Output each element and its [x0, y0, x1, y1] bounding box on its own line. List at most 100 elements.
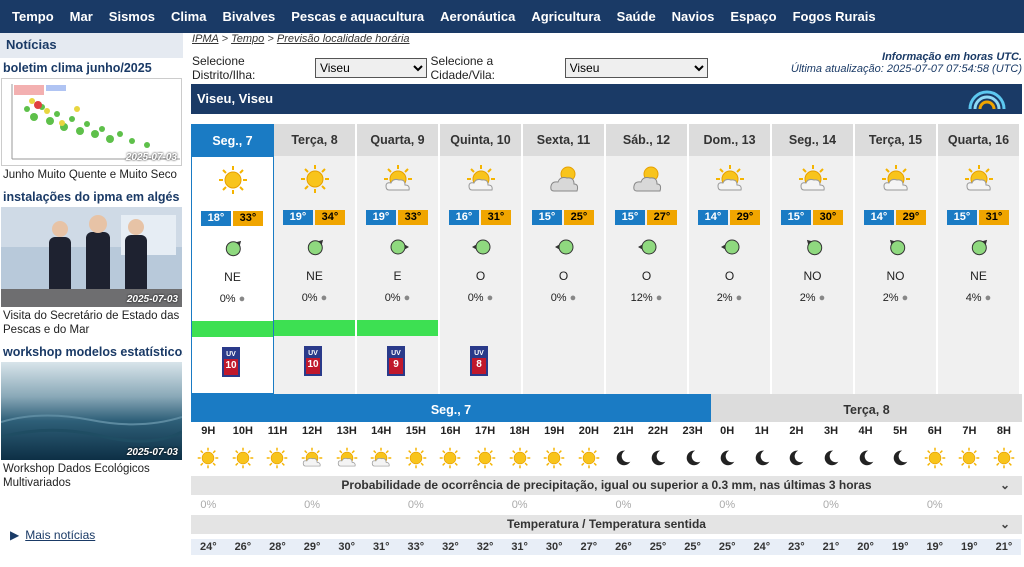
day-label[interactable]: Quarta, 16	[938, 124, 1019, 156]
day-card[interactable]: Seg., 14 15° 30° NO 2% ●	[772, 124, 855, 394]
update-info: Informação em horas UTC. Última atualiza…	[791, 51, 1022, 75]
news-caption-2[interactable]: Visita do Secretário de Estado das Pesca…	[0, 307, 183, 339]
hour-label: 9H	[201, 425, 216, 437]
district-select[interactable]: Viseu	[314, 58, 427, 78]
uv-index[interactable]: UV 10	[304, 346, 322, 379]
temp-section-title: Temperatura / Temperatura sentida	[507, 517, 706, 531]
breadcrumb-separator: >	[267, 33, 274, 45]
svg-text:UV: UV	[308, 350, 318, 357]
sun-cloud-icon	[881, 164, 911, 197]
wind-direction-icon	[471, 236, 493, 261]
day-card[interactable]: Quarta, 16 15° 31° NE 4% ●	[938, 124, 1021, 394]
day-label[interactable]: Terça, 15	[855, 124, 936, 156]
day-card[interactable]: Sexta, 11 15° 25° O 0% ●	[523, 124, 606, 394]
nav-item-0[interactable]: Tempo	[4, 9, 62, 24]
nav-item-10[interactable]: Espaço	[722, 9, 784, 24]
uv-index[interactable]: UV 9	[387, 346, 405, 379]
hour-label: 18H	[509, 425, 530, 437]
news-caption-3[interactable]: Workshop Dados Ecológicos Multivariados	[0, 460, 183, 492]
day-card[interactable]: Terça, 15 14° 29° NO 2% ●	[855, 124, 938, 394]
nav-item-2[interactable]: Sismos	[101, 9, 163, 24]
hour-label: 20H	[578, 425, 599, 437]
news-image-visit[interactable]: 2025-07-03	[1, 207, 182, 307]
breadcrumb-current[interactable]: Previsão localidade horária	[277, 33, 410, 45]
news-title-2[interactable]: instalações do ipma em algés	[0, 187, 183, 207]
news-caption-1[interactable]: Junho Muito Quente e Muito Seco	[0, 166, 183, 184]
city-label: Selecione a Cidade/Vila:	[430, 54, 496, 82]
rain-drop-icon: ●	[403, 292, 411, 304]
news-image-chart[interactable]: 2025-07-03	[1, 78, 182, 166]
svg-text:UV: UV	[474, 350, 484, 357]
day-label[interactable]: Terça, 8	[274, 124, 355, 156]
nav-item-1[interactable]: Mar	[62, 9, 101, 24]
nav-item-3[interactable]: Clima	[163, 9, 214, 24]
precip-value: 0%	[467, 292, 484, 304]
nav-item-11[interactable]: Fogos Rurais	[785, 9, 884, 24]
more-news-link[interactable]: ▶ Mais notícias	[10, 528, 95, 542]
sun-cloud-icon	[364, 447, 399, 469]
day-label[interactable]: Sexta, 11	[523, 124, 604, 156]
temp-hour: 20°	[848, 539, 883, 555]
hour-label: 21H	[613, 425, 634, 437]
precip-prob: 0% ●	[523, 292, 604, 304]
precip-hour: 0%	[407, 499, 424, 511]
wind-direction: O	[724, 269, 735, 283]
last-update: Última atualização: 2025-07-07 07:54:58 …	[790, 63, 1022, 75]
location-bar: Viseu, Viseu	[191, 84, 1022, 114]
day-card[interactable]: Seg., 7 18° 33° NE 0% ● UV 10	[191, 124, 274, 394]
chevron-down-icon[interactable]: ⌄	[1000, 515, 1010, 534]
news-title-1[interactable]: boletim clima junho/2025	[0, 58, 183, 78]
uv-index[interactable]: UV 10	[222, 347, 240, 380]
nav-item-4[interactable]: Bivalves	[214, 9, 283, 24]
precip-hour: 0%	[615, 499, 632, 511]
alert-bar[interactable]	[357, 320, 438, 336]
day-card[interactable]: Quinta, 10 16° 31° O 0% ● UV 8	[440, 124, 523, 394]
temp-section-header[interactable]: Temperatura / Temperatura sentida ⌄	[191, 515, 1022, 534]
moon-icon	[883, 447, 918, 469]
precip-value: 0%	[384, 292, 401, 304]
nav-item-5[interactable]: Pescas e aquacultura	[283, 9, 432, 24]
sun-icon	[433, 447, 468, 469]
uv-index[interactable]: UV 8	[470, 346, 488, 379]
alert-bar[interactable]	[192, 321, 273, 337]
alert-bar[interactable]	[274, 320, 355, 336]
more-news-label[interactable]: Mais notícias	[25, 528, 95, 542]
precip-value: 4%	[965, 292, 982, 304]
sun-icon	[987, 447, 1022, 469]
temp-range: 15° 31°	[947, 210, 1009, 225]
breadcrumb-tempo[interactable]: Tempo	[231, 33, 264, 45]
hourly-day-2[interactable]: Terça, 8	[711, 394, 1022, 422]
wind-direction-icon	[223, 237, 245, 262]
city-select[interactable]: Viseu	[564, 58, 709, 78]
day-label[interactable]: Quarta, 9	[357, 124, 438, 156]
hour-label: 4H	[858, 425, 873, 437]
precip-section-header[interactable]: Probabilidade de ocorrência de precipita…	[191, 476, 1022, 495]
nav-item-8[interactable]: Saúde	[609, 9, 664, 24]
sun-cloud-icon	[715, 164, 745, 197]
nav-item-6[interactable]: Aeronáutica	[432, 9, 523, 24]
day-label[interactable]: Dom., 13	[689, 124, 770, 156]
temp-hour: 21°	[813, 539, 849, 555]
day-label[interactable]: Seg., 7	[192, 125, 273, 157]
temp-min: 14°	[698, 210, 728, 225]
precip-values: 0% 0% 0% 0% 0% 0% 0% 0%	[191, 495, 1022, 515]
day-card[interactable]: Quarta, 9 19° 33° E 0% ● UV 9	[357, 124, 440, 394]
precip-hour: 0%	[823, 499, 839, 511]
nav-item-9[interactable]: Navios	[664, 9, 723, 24]
temp-values: 24° 26° 28° 29° 30° 31° 33° 32° 32° 31° 30° 27° 26° 2…	[191, 537, 1022, 557]
day-card[interactable]: Terça, 8 19° 34° NE 0% ● UV 10	[274, 124, 357, 394]
hourly-day-1[interactable]: Seg., 7	[191, 394, 711, 422]
hour-label: 23H	[682, 425, 703, 437]
day-label[interactable]: Quinta, 10	[440, 124, 521, 156]
temp-hour: 19°	[882, 539, 918, 555]
breadcrumb-ipma[interactable]: IPMA	[192, 33, 219, 45]
day-label[interactable]: Sáb., 12	[606, 124, 687, 156]
day-card[interactable]: Dom., 13 14° 29° O 2% ●	[689, 124, 772, 394]
chevron-down-icon[interactable]: ⌄	[1000, 476, 1010, 495]
news-image-sea[interactable]: 2025-07-03	[1, 362, 182, 460]
day-card[interactable]: Sáb., 12 15° 27° O 12% ●	[606, 124, 689, 394]
nav-item-7[interactable]: Agricultura	[523, 9, 608, 24]
news-title-3[interactable]: workshop modelos estatísticos	[0, 342, 183, 362]
uv-value: 8	[476, 359, 482, 370]
day-label[interactable]: Seg., 14	[772, 124, 853, 156]
